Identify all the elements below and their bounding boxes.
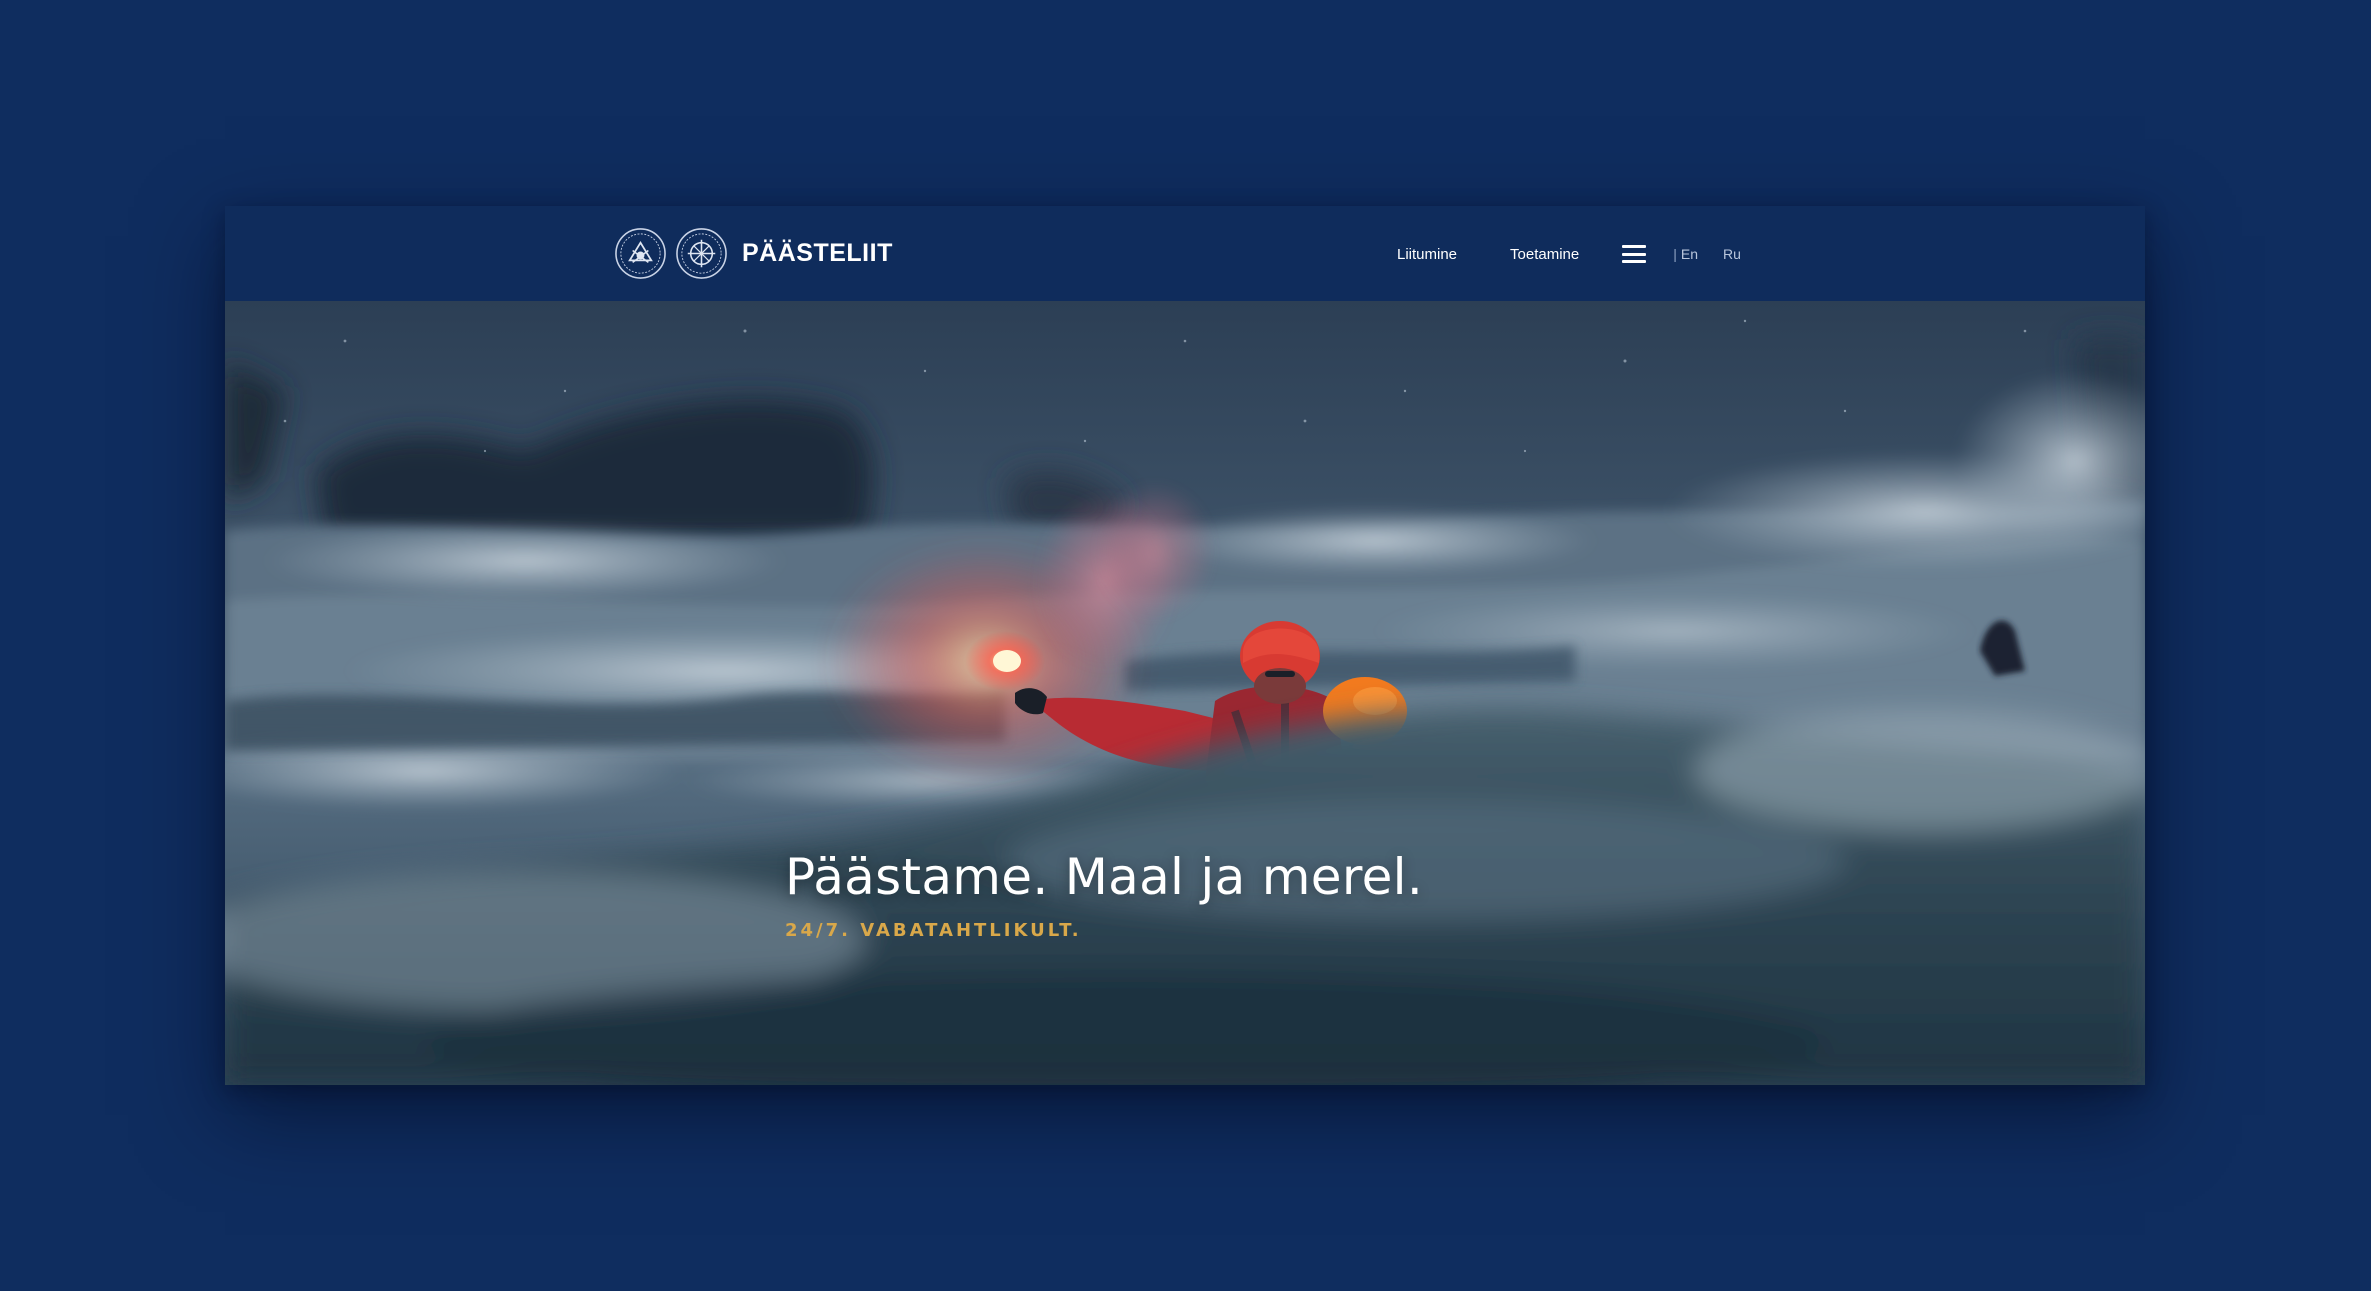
language-en-link[interactable]: En bbox=[1681, 246, 1698, 262]
hero-section: Päästame. Maal ja merel. 24/7. VABATAHTL… bbox=[225, 301, 2145, 1085]
main-nav: Liitumine Toetamine | En Ru bbox=[1397, 236, 1741, 272]
emblem-icon bbox=[615, 228, 666, 279]
website-mockup: PÄÄSTELIIT Liitumine Toetamine | En Ru P… bbox=[225, 206, 2145, 1085]
hero-image bbox=[225, 301, 2145, 1085]
hero-text: Päästame. Maal ja merel. 24/7. VABATAHTL… bbox=[785, 848, 1423, 941]
hero-subtitle: 24/7. VABATAHTLIKULT. bbox=[785, 920, 1082, 941]
nav-link-support[interactable]: Toetamine bbox=[1510, 246, 1579, 263]
brand-name: PÄÄSTELIIT bbox=[742, 239, 893, 267]
hamburger-menu-icon[interactable] bbox=[1622, 245, 1647, 263]
site-header: PÄÄSTELIIT Liitumine Toetamine | En Ru bbox=[225, 206, 2145, 301]
emblem-icon bbox=[676, 228, 727, 279]
brand-logo-link[interactable]: PÄÄSTELIIT bbox=[614, 226, 893, 281]
hero-title: Päästame. Maal ja merel. bbox=[785, 848, 1424, 906]
nav-link-join[interactable]: Liitumine bbox=[1397, 246, 1457, 263]
language-ru-link[interactable]: Ru bbox=[1723, 246, 1741, 262]
language-separator: | bbox=[1673, 246, 1677, 262]
language-switcher: | En Ru bbox=[1673, 246, 1741, 262]
